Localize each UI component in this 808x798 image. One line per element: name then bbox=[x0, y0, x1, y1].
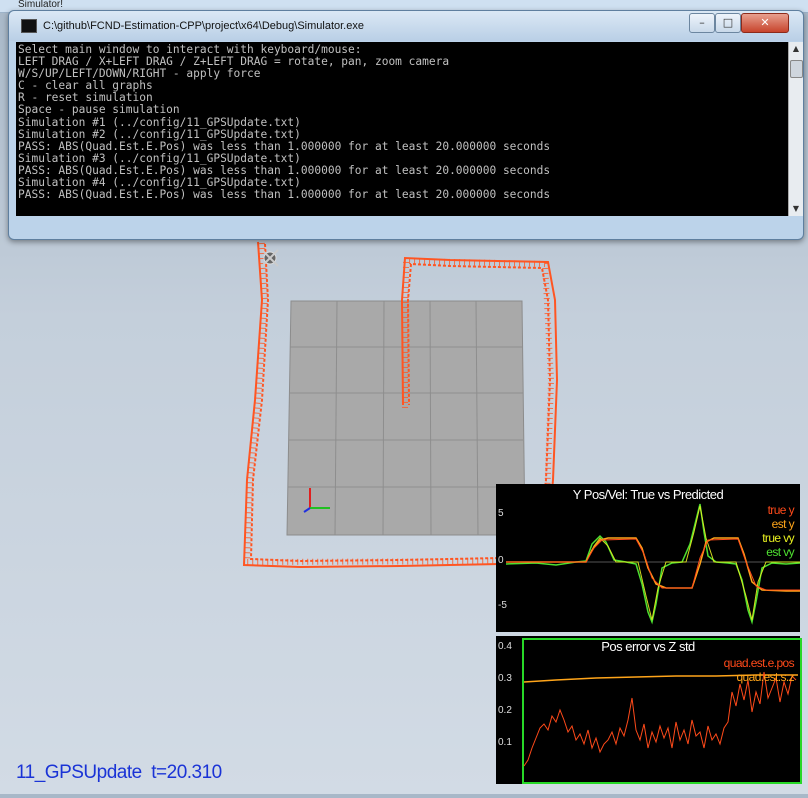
legend-est-vy: est vy bbox=[766, 545, 794, 559]
scenario-name: 11_GPSUpdate bbox=[16, 762, 142, 783]
graph1-title: Y Pos/Vel: True vs Predicted bbox=[572, 487, 724, 502]
minimize-button[interactable]: – bbox=[689, 13, 715, 33]
graph-y-pos-vel[interactable]: Y Pos/Vel: True vs Predicted 5 0 -5 true… bbox=[496, 484, 800, 632]
console-titlebar[interactable]: C:\github\FCND-Estimation-CPP\project\x6… bbox=[9, 11, 803, 41]
console-window[interactable]: C:\github\FCND-Estimation-CPP\project\x6… bbox=[8, 10, 804, 240]
console-output[interactable]: Select main window to interact with keyb… bbox=[16, 42, 788, 216]
legend-true-y: true y bbox=[767, 503, 795, 517]
background-window-title: Simulator! bbox=[18, 0, 64, 10]
console-title: C:\github\FCND-Estimation-CPP\project\x6… bbox=[43, 20, 364, 32]
graph2-tick: 0.3 bbox=[498, 673, 512, 684]
scroll-up-arrow-icon[interactable]: ▲ bbox=[789, 42, 803, 56]
close-button[interactable]: ✕ bbox=[741, 13, 789, 33]
graph1-tick: -5 bbox=[498, 600, 507, 611]
console-line: PASS: ABS(Quad.Est.E.Pos) was less than … bbox=[18, 188, 551, 202]
legend-true-vy: true vy bbox=[762, 531, 794, 545]
legend-quad-est-e-pos: quad.est.e.pos bbox=[723, 656, 795, 670]
scroll-down-arrow-icon[interactable]: ▼ bbox=[789, 202, 803, 216]
graph2-tick: 0.1 bbox=[498, 737, 512, 748]
console-line: Simulation #1 (../config/11_GPSUpdate.tx… bbox=[18, 115, 301, 129]
sim-time: t=20.310 bbox=[151, 762, 222, 783]
console-scrollbar[interactable]: ▲ ▼ bbox=[788, 42, 803, 216]
graph2-tick: 0.4 bbox=[498, 641, 512, 652]
graph2-tick: 0.2 bbox=[498, 705, 512, 716]
legend-quad-est-s-z: quad.est.s.z bbox=[736, 670, 794, 684]
status-readout: 11_GPSUpdate t=20.310 bbox=[16, 762, 222, 784]
legend-est-y: est y bbox=[771, 517, 795, 531]
graph1-legend: true y est y true vy est vy bbox=[762, 503, 794, 559]
graph1-tick: 5 bbox=[498, 508, 504, 519]
graph1-plot bbox=[505, 503, 800, 625]
console-line: Simulation #2 (../config/11_GPSUpdate.tx… bbox=[18, 127, 301, 141]
quadcopter-icon bbox=[261, 249, 279, 267]
graph2-title: Pos error vs Z std bbox=[601, 639, 695, 654]
console-line: Space - pause simulation bbox=[18, 103, 180, 117]
graph-pos-error-vs-z-std[interactable]: Pos error vs Z std 0.4 0.3 0.2 0.1 quad.… bbox=[496, 636, 802, 784]
console-app-icon bbox=[21, 19, 37, 33]
scroll-thumb[interactable] bbox=[790, 60, 803, 78]
graph2-legend: quad.est.e.pos quad.est.s.z bbox=[723, 656, 795, 684]
floor-grid bbox=[286, 300, 526, 536]
simulator-viewport[interactable]: Simulator! C:\github\FCND-Estimation-CPP… bbox=[0, 0, 808, 794]
graph1-tick: 0 bbox=[498, 555, 504, 566]
maximize-button[interactable]: □ bbox=[715, 13, 741, 33]
